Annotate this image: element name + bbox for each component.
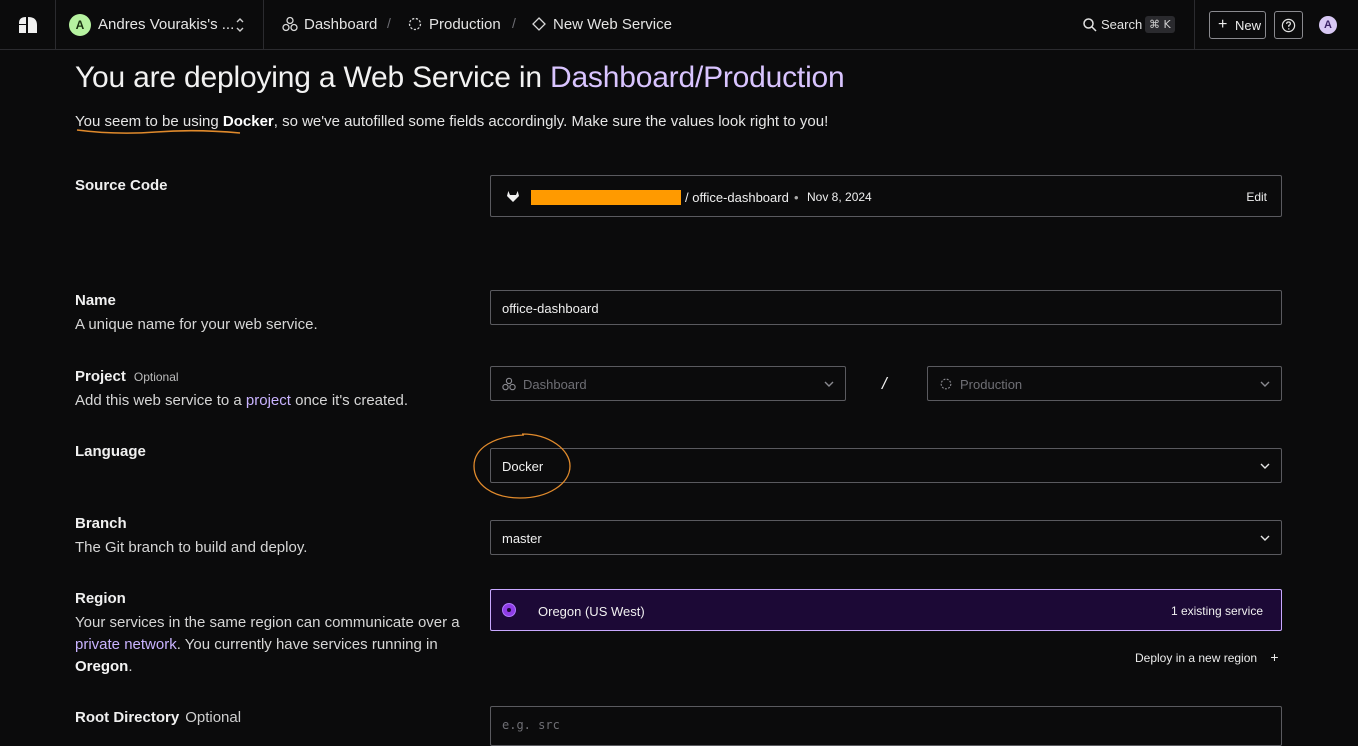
workspace-switcher[interactable]: A Andres Vourakis's ... [56, 0, 264, 50]
top-navigation-bar: A Andres Vourakis's ... Dashboard / Prod… [0, 0, 1358, 50]
root-directory-input[interactable]: e.g. src [490, 706, 1282, 746]
repo-name: / office-dashboard [685, 190, 789, 205]
region-current: Oregon [75, 658, 129, 675]
dot-separator: • [794, 190, 799, 205]
search-button[interactable]: Search [1101, 17, 1142, 32]
chevron-down-icon [1260, 463, 1270, 469]
environment-select[interactable]: Production [927, 366, 1282, 401]
chevron-down-icon [1260, 535, 1270, 541]
region-desc-rest: . You currently have services running in [176, 636, 438, 653]
chevron-down-icon [824, 381, 834, 387]
page-title: You are deploying a Web Service in Dashb… [75, 61, 845, 95]
branch-description: The Git branch to build and deploy. [75, 539, 308, 556]
service-diamond-icon [532, 17, 546, 31]
new-button[interactable]: + New [1209, 11, 1266, 39]
help-button[interactable] [1274, 11, 1303, 39]
page-title-prefix: You are deploying a Web Service in [75, 61, 550, 94]
project-desc-part1: Add this web service to a [75, 392, 246, 409]
page-title-target: Dashboard/Production [549, 61, 845, 94]
logo-container[interactable] [0, 0, 56, 50]
breadcrumb-separator: / [512, 15, 516, 31]
annotation-circle [473, 433, 571, 499]
source-code-field: / office-dashboard • Nov 8, 2024 Edit [490, 175, 1282, 217]
breadcrumb-separator: / [387, 15, 391, 31]
deploy-new-region-label: Deploy in a new region [1135, 651, 1258, 665]
name-label: Name [75, 292, 116, 309]
language-label: Language [75, 443, 146, 460]
project-icon [282, 16, 298, 32]
branch-select-value: master [502, 531, 542, 546]
new-button-label: New [1235, 18, 1262, 33]
user-avatar[interactable]: A [1319, 16, 1337, 34]
region-desc-end: . [128, 658, 133, 675]
project-docs-link[interactable]: project [246, 392, 291, 409]
region-label: Region [75, 590, 126, 607]
environment-select-value: Production [960, 377, 1023, 392]
project-label-text: Project [75, 368, 126, 385]
region-existing-count: 1 existing service [1170, 604, 1263, 618]
project-desc-part2: once it's created. [290, 392, 409, 409]
breadcrumb-production[interactable]: Production [429, 16, 501, 33]
branch-label: Branch [75, 515, 127, 532]
name-description: A unique name for your web service. [75, 316, 318, 333]
plus-icon: + [1218, 16, 1228, 33]
redacted-owner [531, 190, 681, 205]
language-select[interactable]: Docker [490, 448, 1282, 483]
chevron-up-down-icon [236, 18, 244, 32]
project-select[interactable]: Dashboard [490, 366, 846, 401]
divider [1194, 0, 1195, 50]
chevron-down-icon [1260, 381, 1270, 387]
breadcrumb-dashboard[interactable]: Dashboard [304, 16, 377, 33]
optional-tag: Optional [185, 709, 242, 726]
region-description-line3: Oregon. [75, 656, 133, 678]
help-icon [1281, 18, 1296, 33]
name-input[interactable]: office-dashboard [490, 290, 1282, 325]
region-description-line1: Your services in the same region can com… [75, 614, 460, 631]
source-code-label: Source Code [75, 177, 168, 194]
project-label: Project Optional [75, 368, 179, 385]
private-network-link[interactable]: private network [75, 636, 177, 653]
region-option-oregon[interactable]: Oregon (US West) 1 existing service [490, 589, 1282, 631]
deploy-new-region-button[interactable]: Deploy in a new region + [1135, 649, 1279, 665]
search-shortcut-badge: ⌘ K [1145, 16, 1175, 33]
project-description: Add this web service to a project once i… [75, 390, 408, 412]
workspace-avatar: A [69, 14, 91, 36]
gitlab-icon [507, 191, 519, 202]
root-directory-placeholder: e.g. src [502, 718, 560, 732]
search-icon[interactable] [1082, 16, 1098, 34]
name-input-value: office-dashboard [502, 301, 599, 316]
commit-date: Nov 8, 2024 [807, 190, 872, 204]
breadcrumb-new-web-service: New Web Service [553, 16, 672, 33]
render-logo-icon[interactable] [17, 15, 39, 35]
workspace-name: Andres Vourakis's ... [98, 16, 235, 33]
environment-icon [408, 17, 422, 31]
region-option-label: Oregon (US West) [538, 604, 645, 619]
edit-source-button[interactable]: Edit [1246, 190, 1267, 204]
annotation-underline [76, 129, 241, 134]
region-radio-selected[interactable] [502, 603, 516, 617]
environment-icon [940, 378, 952, 390]
root-directory-label-text: Root Directory [75, 709, 180, 726]
project-env-separator: / [882, 374, 887, 393]
region-description-line2: private network. You currently have serv… [75, 634, 438, 656]
optional-tag: Optional [133, 370, 179, 384]
root-directory-label: Root Directory Optional [75, 709, 241, 726]
autofill-notice-part2: , so we've autofilled some fields accord… [273, 113, 829, 130]
project-icon [502, 377, 516, 391]
plus-icon: + [1270, 649, 1279, 665]
branch-select[interactable]: master [490, 520, 1282, 555]
project-select-value: Dashboard [523, 377, 587, 392]
